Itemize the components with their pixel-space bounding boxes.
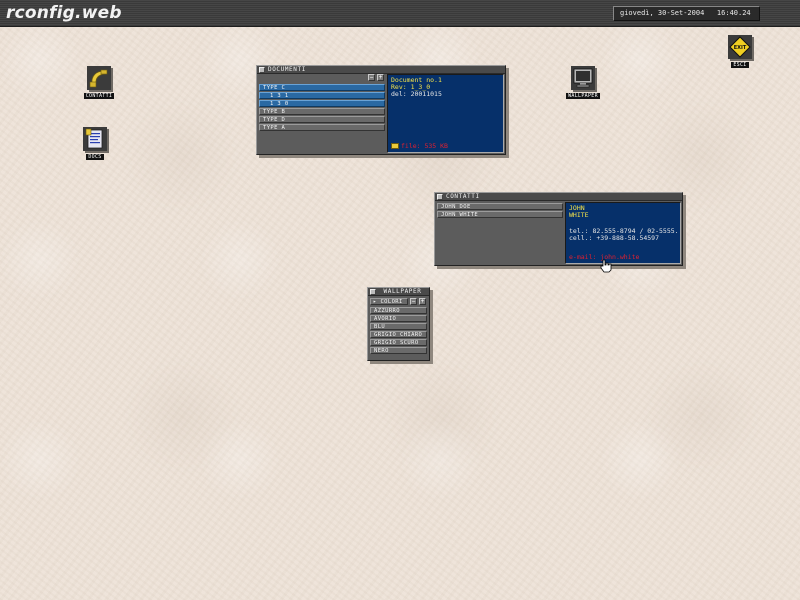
colors-list: AZZURRO AVORIO BLU GRIGIO CHIARO GRIGIO … bbox=[370, 307, 427, 355]
colori-dropdown[interactable]: ▸ COLORI bbox=[370, 298, 408, 305]
folder-icon bbox=[391, 143, 399, 149]
color-item-azzurro[interactable]: AZZURRO bbox=[370, 307, 427, 314]
color-item-grigio-scuro[interactable]: GRIGIO SCURO bbox=[370, 339, 427, 346]
hand-cursor-icon bbox=[600, 259, 612, 273]
window-titlebar[interactable]: DOCUMENTI bbox=[257, 66, 505, 74]
window-titlebar[interactable]: CONTATTI bbox=[435, 193, 682, 201]
tree-item-type-b[interactable]: TYPE B bbox=[259, 108, 385, 115]
monitor-icon bbox=[571, 66, 595, 90]
tree-item-1-3-1[interactable]: 1_3_1 bbox=[259, 92, 385, 99]
window-menu-icon[interactable] bbox=[370, 289, 376, 295]
color-item-blu[interactable]: BLU bbox=[370, 323, 427, 330]
triangle-right-icon: ▸ bbox=[373, 299, 377, 305]
colori-label: COLORI bbox=[380, 299, 403, 305]
contact-detail-panel: JOHN WHITE tel.: 82.555-8794 / 02-5555.5… bbox=[565, 202, 681, 264]
desktop-icon-label: CONTATTI bbox=[83, 93, 115, 99]
contact-cell: cell.: +39-888-58.54597 bbox=[569, 234, 660, 242]
exit-text: EXIT bbox=[734, 45, 747, 51]
expand-button[interactable]: + bbox=[377, 74, 384, 81]
documents-tree: TYPE C 1_3_1 1_3_0 TYPE B TYPE D TYPE A bbox=[259, 84, 385, 132]
color-item-nero[interactable]: NERO bbox=[370, 347, 427, 354]
window-title: WALLPAPER bbox=[383, 288, 422, 295]
contact-last-name: WHITE bbox=[569, 211, 589, 219]
colori-header: ▸ COLORI − + bbox=[370, 298, 427, 305]
collapse-button[interactable]: − bbox=[410, 298, 417, 305]
window-title: CONTATTI bbox=[446, 193, 480, 200]
document-file-link[interactable]: file: 535 KB bbox=[391, 143, 448, 150]
contact-item-john-doe[interactable]: JOHN DOE bbox=[437, 203, 563, 210]
contacts-list: JOHN DOE JOHN WHITE bbox=[437, 203, 563, 219]
wallpaper-window: WALLPAPER ▸ COLORI − + AZZURRO AVORIO BL… bbox=[367, 287, 430, 361]
tree-item-type-c[interactable]: TYPE C bbox=[259, 84, 385, 91]
exit-sign-icon: EXIT bbox=[728, 35, 752, 59]
app-title: rconfig.web bbox=[6, 3, 122, 23]
desktop-icon-contatti[interactable]: CONTATTI bbox=[79, 66, 119, 99]
document-file-size: file: 535 KB bbox=[401, 142, 448, 150]
color-item-grigio-chiaro[interactable]: GRIGIO CHIARO bbox=[370, 331, 427, 338]
document-date: del: 20011015 bbox=[391, 90, 442, 98]
phone-icon bbox=[87, 66, 111, 90]
top-bar: rconfig.web giovedì, 30-Set-2004 16:40.2… bbox=[0, 0, 800, 27]
window-title: DOCUMENTI bbox=[268, 66, 306, 73]
desktop-icon-esci[interactable]: EXIT ESCI bbox=[720, 35, 760, 68]
contact-item-john-white[interactable]: JOHN WHITE bbox=[437, 211, 563, 218]
date-time-display: giovedì, 30-Set-2004 16:40.24 bbox=[613, 6, 760, 21]
desktop-icon-label: WALLPAPER bbox=[566, 93, 600, 99]
color-item-avorio[interactable]: AVORIO bbox=[370, 315, 427, 322]
desktop-icon-wallpaper[interactable]: WALLPAPER bbox=[563, 66, 603, 99]
desktop-icon-label: ESCI bbox=[731, 62, 749, 68]
window-menu-icon[interactable] bbox=[259, 67, 265, 73]
window-titlebar[interactable]: WALLPAPER bbox=[368, 288, 429, 296]
document-detail-panel: Document no.1 Rev: 1_3_0 del: 20011015 f… bbox=[387, 74, 504, 153]
desktop-icon-label: DOCS bbox=[86, 154, 104, 160]
tree-item-type-a[interactable]: TYPE A bbox=[259, 124, 385, 131]
collapse-button[interactable]: − bbox=[368, 74, 375, 81]
expand-button[interactable]: + bbox=[419, 298, 426, 305]
document-icon bbox=[83, 127, 107, 151]
contatti-window: CONTATTI JOHN DOE JOHN WHITE JOHN WHITE … bbox=[434, 192, 683, 273]
documenti-window: DOCUMENTI − + TYPE C 1_3_1 1_3_0 TYPE B … bbox=[256, 65, 506, 155]
tree-item-1-3-0[interactable]: 1_3_0 bbox=[259, 100, 385, 107]
tree-item-type-d[interactable]: TYPE D bbox=[259, 116, 385, 123]
window-menu-icon[interactable] bbox=[437, 194, 443, 200]
desktop-icon-docs[interactable]: DOCS bbox=[75, 127, 115, 160]
